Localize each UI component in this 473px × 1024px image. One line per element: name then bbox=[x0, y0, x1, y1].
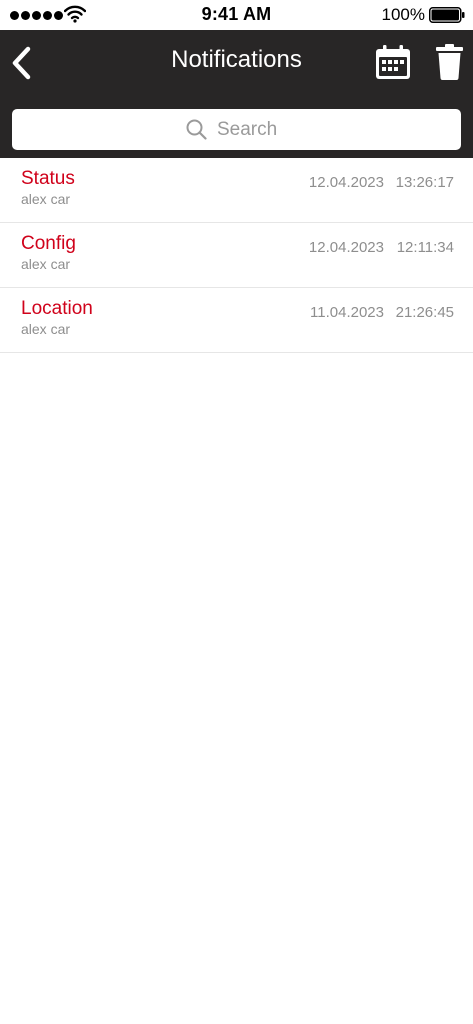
trash-icon[interactable] bbox=[436, 44, 463, 80]
notification-time: 12:11:34 bbox=[396, 239, 454, 256]
notification-list: Status alex car 12.04.2023 13:26:17 Conf… bbox=[0, 158, 473, 353]
list-item[interactable]: Location alex car 11.04.2023 21:26:45 bbox=[0, 288, 473, 353]
notification-date: 11.04.2023 bbox=[310, 304, 384, 321]
notifications-screen: 9:41 AM 100% Notifications Search Status… bbox=[0, 0, 473, 1024]
search-input[interactable] bbox=[217, 118, 287, 141]
notification-title: Config bbox=[21, 233, 76, 254]
battery-icon bbox=[429, 7, 465, 23]
status-bar: 9:41 AM 100% bbox=[0, 0, 473, 30]
notification-subtitle: alex car bbox=[21, 256, 71, 272]
navigation-bar: Notifications bbox=[0, 30, 473, 158]
notification-time: 21:26:45 bbox=[395, 304, 454, 321]
notification-time: 13:26:17 bbox=[395, 174, 454, 191]
notification-date: 12.04.2023 bbox=[308, 174, 384, 191]
calendar-icon[interactable] bbox=[376, 45, 410, 79]
notification-subtitle: alex car bbox=[21, 191, 71, 207]
notification-title: Status bbox=[21, 168, 75, 189]
notification-title: Location bbox=[21, 298, 93, 319]
battery-percentage: 100% bbox=[381, 5, 425, 24]
notification-date: 12.04.2023 bbox=[308, 239, 384, 256]
search-bar[interactable] bbox=[12, 109, 461, 150]
search-icon bbox=[186, 119, 207, 140]
list-item[interactable]: Status alex car 12.04.2023 13:26:17 bbox=[0, 158, 473, 223]
notification-subtitle: alex car bbox=[21, 321, 71, 337]
list-item[interactable]: Config alex car 12.04.2023 12:11:34 bbox=[0, 223, 473, 288]
